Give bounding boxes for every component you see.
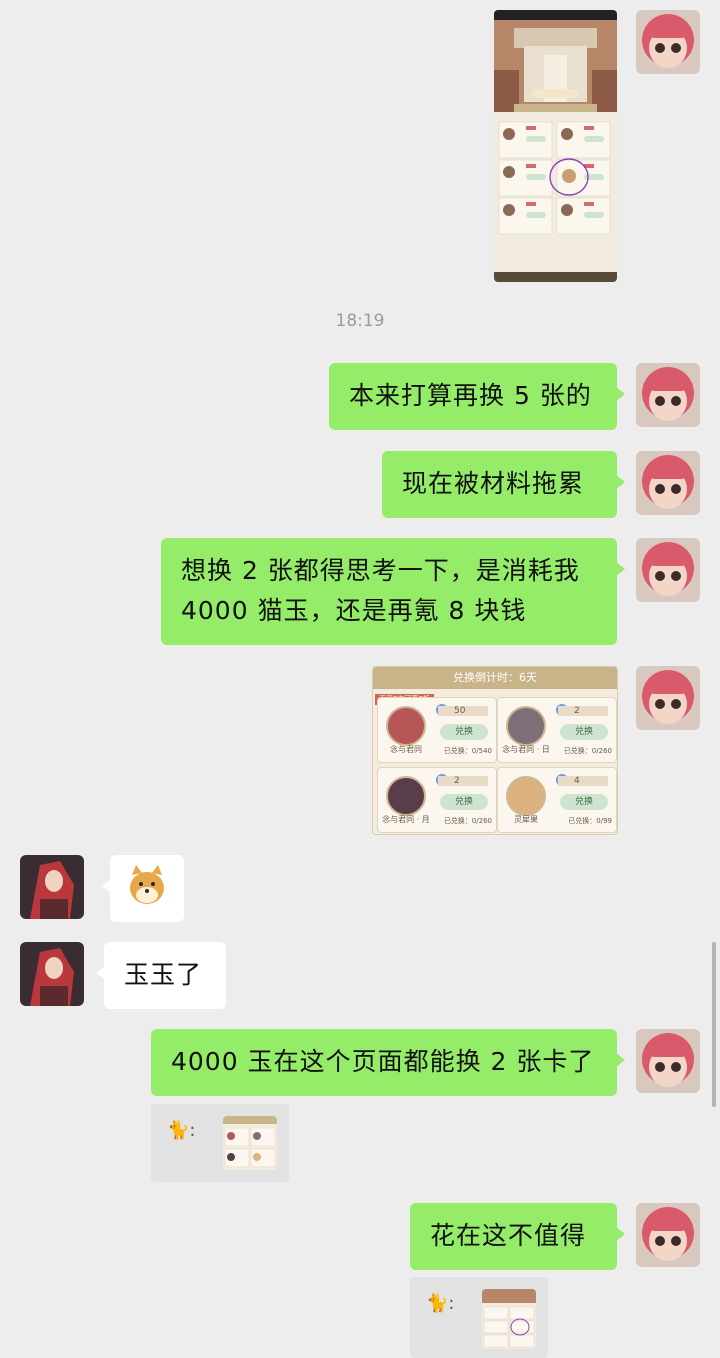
doll-avatar-icon <box>636 1029 700 1093</box>
message-bubble[interactable]: 想换 2 张都得思考一下，是消耗我 4000 猫玉，还是再氪 8 块钱 <box>161 538 625 645</box>
quote-separator: : <box>189 1120 196 1141</box>
quote-separator: : <box>448 1293 455 1314</box>
message-bubble[interactable]: 花在这不值得 <box>410 1203 625 1270</box>
image-message-exchange-panel[interactable]: 兑换倒计时：6天 再买8次可享8折 念与君同 50 兑换 已兑换：0/540 念… <box>372 666 618 835</box>
doll-avatar-icon <box>636 363 700 427</box>
item-name: 灵犀果 <box>514 815 538 824</box>
item-portrait-icon <box>506 706 546 746</box>
self-avatar[interactable] <box>636 1203 700 1267</box>
item-cost: 4 <box>558 776 608 786</box>
exchange-button[interactable]: 兑换 <box>560 794 608 810</box>
message-line: 想换 2 张都得思考一下，是消耗我 <box>181 556 580 585</box>
doll-avatar-icon <box>636 538 700 602</box>
exchange-button[interactable]: 兑换 <box>560 724 608 740</box>
message-bubble[interactable]: 现在被材料拖累 <box>382 451 625 518</box>
message-bubble[interactable]: 4000 玉在这个页面都能换 2 张卡了 <box>151 1029 625 1096</box>
self-avatar[interactable] <box>636 451 700 515</box>
self-avatar[interactable] <box>636 1029 700 1093</box>
item-count: 已兑换：0/99 <box>568 817 612 825</box>
doge-sticker-icon <box>130 865 164 904</box>
quoted-message[interactable]: 🐈: <box>151 1104 289 1182</box>
message-bubble[interactable]: 本来打算再换 5 张的 <box>329 363 625 430</box>
exchange-item-card[interactable]: 灵犀果 4 兑换 已兑换：0/99 <box>497 767 617 833</box>
self-avatar[interactable] <box>636 666 700 730</box>
exchange-item-card[interactable]: 念与君同 · 月 2 兑换 已兑换：0/260 <box>377 767 497 833</box>
item-portrait-icon <box>386 776 426 816</box>
doll-avatar-icon <box>636 451 700 515</box>
quoted-sender: 🐈: <box>426 1293 455 1314</box>
friend-avatar[interactable] <box>20 942 84 1006</box>
image-message-screenshot[interactable] <box>494 10 617 282</box>
item-cost: 50 <box>438 706 488 716</box>
game-screenshot-thumbnail <box>494 10 617 282</box>
fruit-icon <box>506 776 546 816</box>
friend-avatar[interactable] <box>20 855 84 919</box>
red-hair-character-avatar-icon <box>20 855 84 919</box>
message-line: 4000 猫玉，还是再氪 8 块钱 <box>181 596 527 625</box>
item-name: 念与君同 · 月 <box>382 815 430 824</box>
item-portrait-icon <box>386 706 426 746</box>
sticker-message[interactable] <box>102 855 184 922</box>
doll-avatar-icon <box>636 10 700 74</box>
quoted-image-thumbnail <box>482 1289 536 1349</box>
item-cost: 2 <box>558 706 608 716</box>
timestamp: 18:19 <box>335 311 385 331</box>
exchange-button[interactable]: 兑换 <box>440 724 488 740</box>
quoted-image-thumbnail <box>223 1116 277 1170</box>
exchange-item-card[interactable]: 念与君同 · 日 2 兑换 已兑换：0/260 <box>497 697 617 763</box>
exchange-button[interactable]: 兑换 <box>440 794 488 810</box>
cat-icon: 🐈 <box>167 1120 190 1141</box>
item-count: 已兑换：0/260 <box>443 817 492 825</box>
doll-avatar-icon <box>636 1203 700 1267</box>
quoted-message[interactable]: 🐈: <box>410 1277 548 1358</box>
message-bubble[interactable]: 玉玉了 <box>96 942 226 1009</box>
scrollbar[interactable] <box>712 942 716 1107</box>
item-count: 已兑换：0/540 <box>443 747 492 755</box>
item-count: 已兑换：0/260 <box>563 747 612 755</box>
doll-avatar-icon <box>636 666 700 730</box>
self-avatar[interactable] <box>636 538 700 602</box>
item-name: 念与君同 <box>390 745 422 754</box>
item-cost: 2 <box>438 776 488 786</box>
cat-icon: 🐈 <box>426 1293 449 1314</box>
exchange-item-card[interactable]: 念与君同 50 兑换 已兑换：0/540 <box>377 697 497 763</box>
red-hair-character-avatar-icon <box>20 942 84 1006</box>
exchange-countdown: 兑换倒计时：6天 <box>373 667 617 689</box>
self-avatar[interactable] <box>636 10 700 74</box>
item-name: 念与君同 · 日 <box>502 745 550 754</box>
self-avatar[interactable] <box>636 363 700 427</box>
quoted-sender: 🐈: <box>167 1120 196 1141</box>
